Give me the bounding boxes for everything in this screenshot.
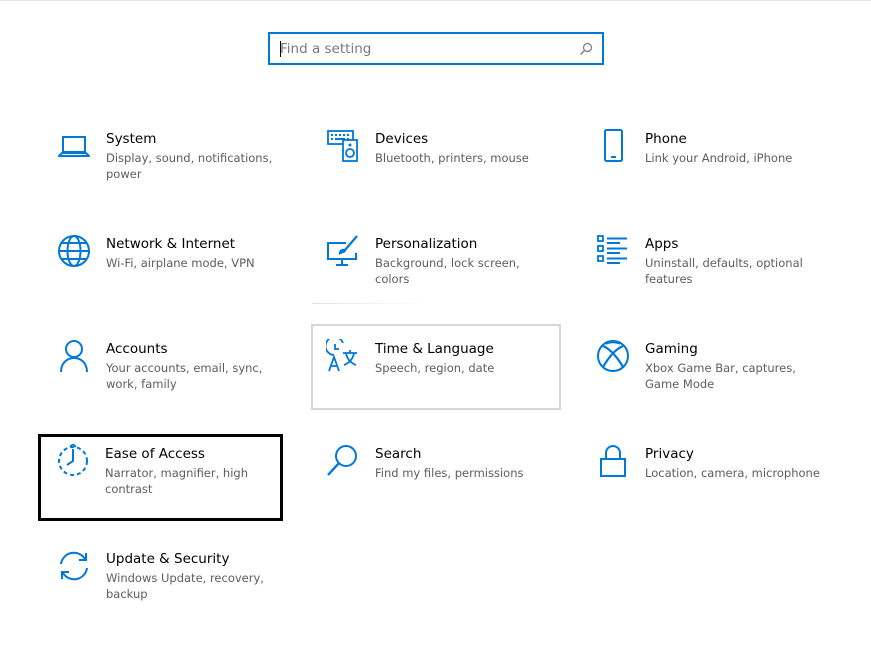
text-caret xyxy=(280,41,281,57)
tile-ease-of-access[interactable]: Ease of Access Narrator, magnifier, high… xyxy=(43,443,293,529)
ease-of-access-icon xyxy=(55,443,91,479)
person-icon xyxy=(56,338,92,374)
tile-title: Search xyxy=(375,446,422,462)
search-icon[interactable] xyxy=(578,41,594,57)
tile-title: Network & Internet xyxy=(106,236,236,252)
tile-description: Display, sound, notifications, power xyxy=(106,151,273,181)
tile-accounts[interactable]: Accounts Your accounts, email, sync, wor… xyxy=(44,338,294,424)
paint-monitor-icon xyxy=(325,233,361,269)
search-input[interactable] xyxy=(270,34,578,63)
tile-apps[interactable]: Apps Uninstall, defaults, optional featu… xyxy=(583,233,833,319)
tile-system[interactable]: System Display, sound, notifications, po… xyxy=(44,128,294,214)
tile-search[interactable]: Search Find my files, permissions xyxy=(313,443,563,529)
tile-devices[interactable]: Devices Bluetooth, printers, mouse xyxy=(313,128,563,214)
tile-title: Personalization xyxy=(375,236,478,252)
tile-description: Link your Android, iPhone xyxy=(645,151,793,165)
lock-icon xyxy=(595,443,631,479)
tile-title: Devices xyxy=(375,131,429,147)
tile-description: Background, lock screen, colors xyxy=(375,256,520,286)
tile-gaming[interactable]: Gaming Xbox Game Bar, captures, Game Mod… xyxy=(583,338,833,424)
tile-title: System xyxy=(106,131,157,147)
tile-personalization[interactable]: Personalization Background, lock screen,… xyxy=(313,233,563,319)
tile-description: Location, camera, microphone xyxy=(645,466,820,480)
magnifier-icon xyxy=(325,443,361,479)
tile-time-language[interactable]: Time & Language Speech, region, date xyxy=(313,338,563,424)
tile-title: Ease of Access xyxy=(105,446,205,462)
devices-icon xyxy=(325,128,361,164)
tile-title: Apps xyxy=(645,236,679,252)
tile-description: Wi-Fi, airplane mode, VPN xyxy=(106,256,255,270)
tile-network[interactable]: Network & Internet Wi-Fi, airplane mode,… xyxy=(44,233,294,319)
search-box[interactable] xyxy=(268,32,604,65)
tile-description: Windows Update, recovery, backup xyxy=(106,571,264,601)
tile-title: Privacy xyxy=(645,446,694,462)
tile-description: Uninstall, defaults, optional features xyxy=(645,256,803,286)
phone-icon xyxy=(595,128,631,164)
tile-update-security[interactable]: Update & Security Windows Update, recove… xyxy=(44,548,294,634)
tile-phone[interactable]: Phone Link your Android, iPhone xyxy=(583,128,833,214)
tile-description: Narrator, magnifier, high contrast xyxy=(105,466,248,496)
tile-title: Update & Security xyxy=(106,551,230,567)
tile-privacy[interactable]: Privacy Location, camera, microphone xyxy=(583,443,833,529)
tile-description: Speech, region, date xyxy=(375,361,495,375)
tile-title: Accounts xyxy=(106,341,168,357)
top-divider xyxy=(0,0,871,1)
tile-title: Phone xyxy=(645,131,687,147)
globe-icon xyxy=(56,233,92,269)
tile-title: Time & Language xyxy=(375,341,494,357)
xbox-icon xyxy=(595,338,631,374)
tile-description: Xbox Game Bar, captures, Game Mode xyxy=(645,361,796,391)
time-language-icon xyxy=(325,338,361,374)
laptop-icon xyxy=(56,128,92,164)
tile-description: Your accounts, email, sync, work, family xyxy=(106,361,263,391)
tile-description: Find my files, permissions xyxy=(375,466,524,480)
sync-arrows-icon xyxy=(56,548,92,584)
tile-title: Gaming xyxy=(645,341,698,357)
apps-list-icon xyxy=(595,233,631,269)
tile-description: Bluetooth, printers, mouse xyxy=(375,151,529,165)
